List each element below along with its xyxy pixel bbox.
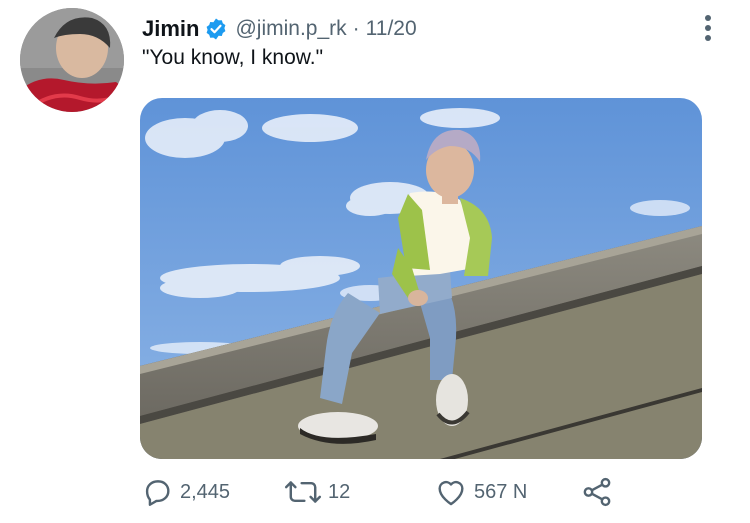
tweet-date[interactable]: 11/20 — [366, 17, 417, 41]
like-count: 567 N — [474, 480, 528, 503]
reply-count: 2,445 — [180, 480, 231, 503]
like-button[interactable]: 567 N — [434, 474, 527, 510]
reply-button[interactable]: 2,445 — [140, 474, 230, 510]
more-options-button[interactable] — [698, 14, 718, 42]
author-avatar[interactable] — [20, 8, 124, 112]
share-icon — [583, 477, 611, 507]
author-handle[interactable]: @jimin.p_rk — [235, 17, 346, 41]
tweet-header: Jimin @jimin.p_rk · 11/20 — [142, 14, 417, 44]
tweet-actions: 2,445 12 567 N — [140, 474, 700, 510]
verified-badge-icon — [207, 18, 226, 40]
like-icon — [438, 480, 464, 506]
separator-dot: · — [352, 17, 360, 40]
tweet-media-photo[interactable] — [140, 98, 702, 459]
more-vertical-icon — [705, 15, 711, 41]
retweet-icon — [284, 481, 322, 503]
share-button[interactable] — [580, 474, 614, 510]
reply-icon — [145, 480, 170, 506]
author-name[interactable]: Jimin — [142, 16, 199, 42]
retweet-button[interactable]: 12 — [284, 474, 350, 510]
tweet-text: "You know, I know." — [142, 46, 324, 69]
retweet-count: 12 — [328, 480, 351, 503]
